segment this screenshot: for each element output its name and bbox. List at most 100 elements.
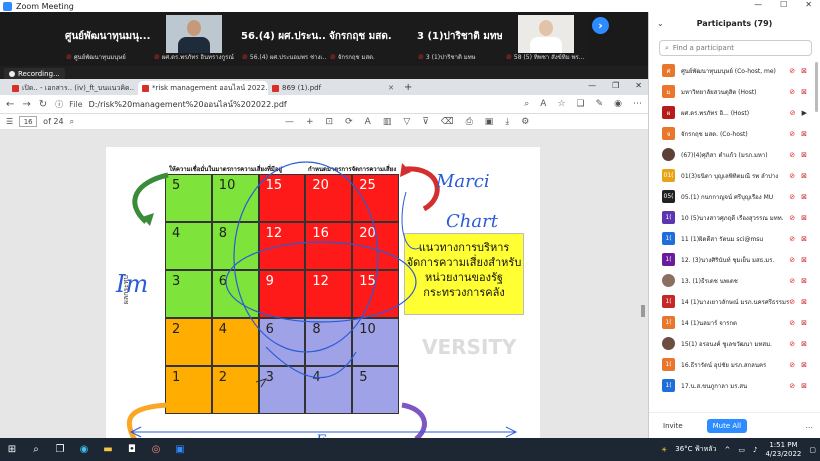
- video-off-icon[interactable]: ⊠: [801, 235, 807, 243]
- video-tile[interactable]: จักรกฤช มสด. ⊘ จักรกฤช มสด.: [326, 13, 412, 64]
- muted-mic-icon[interactable]: ⊘: [790, 109, 796, 117]
- video-off-icon[interactable]: ⊠: [801, 340, 807, 348]
- erase-icon[interactable]: ⌫: [441, 117, 454, 127]
- read-aloud-pdf-icon[interactable]: A: [365, 117, 371, 127]
- network-icon[interactable]: ▭: [738, 446, 745, 454]
- muted-mic-icon[interactable]: ⊘: [789, 193, 795, 201]
- muted-mic-icon[interactable]: ⊘: [789, 235, 795, 243]
- muted-mic-icon[interactable]: ⊘: [789, 67, 795, 75]
- browser-restore-icon[interactable]: ❐: [612, 81, 619, 90]
- video-tile[interactable]: ⊘ 58 (5) ทิพชา สังข์ทิม พร...: [502, 13, 588, 64]
- muted-mic-icon[interactable]: ⊘: [789, 319, 795, 327]
- browser-minimize-icon[interactable]: —: [588, 81, 596, 90]
- page-number-input[interactable]: 16: [19, 116, 38, 127]
- close-tab-icon[interactable]: ✕: [388, 84, 394, 92]
- muted-mic-icon[interactable]: ⊘: [789, 361, 795, 369]
- muted-mic-icon[interactable]: ⊘: [789, 340, 795, 348]
- video-off-icon[interactable]: ⊠: [801, 172, 807, 180]
- participant-row[interactable]: 01(01(3)ธนิดา บุญเลพิทิตมณี รพ ลำปาง ⊘ ⊠: [649, 165, 820, 186]
- pdf-settings-icon[interactable]: ⚙: [521, 117, 529, 127]
- participant-row[interactable]: 13. (1)ธีรเดช นพเดช ⊘ ⊠: [649, 270, 820, 291]
- zoom-in-icon[interactable]: +: [306, 117, 314, 127]
- participant-row[interactable]: 1(14 (1)นางเยาวลักษณ์ มรภ.นครศรีธรรมราช ⊘…: [649, 291, 820, 312]
- contents-icon[interactable]: ☰: [6, 117, 13, 126]
- profile-icon[interactable]: ◉: [614, 99, 622, 109]
- new-tab-button[interactable]: +: [398, 82, 418, 93]
- zoom-out-icon[interactable]: —: [285, 117, 294, 127]
- video-off-icon[interactable]: ⊠: [801, 67, 807, 75]
- video-off-icon[interactable]: ⊠: [801, 214, 807, 222]
- panel-scrollbar[interactable]: [815, 62, 818, 112]
- tab-1[interactable]: *risk management ออนไลน์ 2022... ✕: [138, 81, 268, 95]
- participant-row[interactable]: 1(11 (1)ผิดดีสา รัตนม sci@msu ⊘ ⊠: [649, 228, 820, 249]
- muted-mic-icon[interactable]: ⊘: [789, 382, 795, 390]
- forward-icon[interactable]: →: [22, 99, 30, 110]
- tab-0[interactable]: เปิด.. - เอกสาร.. (iv)_ft_บนแนวคิด.. ✕: [8, 81, 138, 95]
- start-icon[interactable]: ⊞: [0, 438, 24, 461]
- clock[interactable]: 1:51 PM 4/23/2022: [765, 441, 801, 459]
- video-off-icon[interactable]: ⊠: [801, 277, 807, 285]
- close-icon[interactable]: ✕: [805, 0, 812, 9]
- participant-row[interactable]: (67)(4)ศุภิสา ตำแก้ว (มรภ.มหา) ⊘ ⊠: [649, 144, 820, 165]
- zoom-app-icon[interactable]: ▣: [168, 438, 192, 461]
- minimize-icon[interactable]: —: [754, 0, 762, 9]
- print-icon[interactable]: ⎙: [466, 117, 473, 127]
- invite-button[interactable]: Invite: [657, 419, 689, 433]
- muted-mic-icon[interactable]: ⊘: [789, 151, 795, 159]
- draw-icon[interactable]: ▽: [403, 117, 410, 127]
- video-tile[interactable]: 3 (1)ปาริชาติ มทษ ⊘ 3 (1)ปาริชาติ มทษ: [414, 13, 503, 64]
- more-options-button[interactable]: ...: [805, 421, 813, 430]
- participant-row[interactable]: จจักรกฤช มสด. (Co-host) ⊘ ⊠: [649, 123, 820, 144]
- muted-mic-icon[interactable]: ⊘: [789, 298, 795, 306]
- muted-mic-icon[interactable]: ⊘: [789, 214, 795, 222]
- recording-indicator[interactable]: Recording...: [4, 68, 65, 79]
- video-off-icon[interactable]: ⊠: [801, 361, 807, 369]
- video-off-icon[interactable]: ⊠: [801, 298, 807, 306]
- participant-row[interactable]: 1(12. (3)นางศิรินันท์ ชุมเย็น มสธ.มร. ⊘ ⊠: [649, 249, 820, 270]
- pdf-viewer[interactable]: ให้ความเชื่อมั่นในมาตรการความเสี่ยงที่มี…: [0, 130, 648, 438]
- maximize-icon[interactable]: ☐: [780, 0, 787, 9]
- volume-icon[interactable]: ♪: [753, 446, 757, 454]
- participant-row[interactable]: 1(14 (1)นลมาร์ จารกต ⊘ ⊠: [649, 312, 820, 333]
- participant-row[interactable]: 1(17.น.ส.ขนภูกาลา มร.สน ⊘ ⊠: [649, 375, 820, 396]
- page-view-icon[interactable]: ▥: [383, 117, 392, 127]
- participant-row[interactable]: ศศูนย์พัฒนาทุนมนุษย์ (Co-host, me) ⊘ ⊠: [649, 60, 820, 81]
- search-icon[interactable]: ⌕: [70, 117, 74, 127]
- next-videos-button[interactable]: ›: [592, 17, 609, 34]
- collections-icon[interactable]: ❏: [577, 99, 585, 109]
- participant-row[interactable]: 1(16.ธีรารัตน์ อุปชัย มรภ.สกลนคร ⊘ ⊠: [649, 354, 820, 375]
- video-off-icon[interactable]: ⊠: [801, 319, 807, 327]
- video-off-icon[interactable]: ⊠: [801, 193, 807, 201]
- participant-row[interactable]: 05(05.(1) กนกกาญจน์ ศรีบุญเรือง MU ⊘ ⊠: [649, 186, 820, 207]
- search-taskbar-icon[interactable]: ⌕: [24, 438, 48, 461]
- menu-icon[interactable]: ⋯: [633, 99, 642, 109]
- participant-row[interactable]: 1(10 (5)นางสาวศุภฤดี เรืองสุวรรณ มทท. ⊘ ⊠: [649, 207, 820, 228]
- collapse-chevron-icon[interactable]: ⌄: [657, 19, 664, 28]
- muted-mic-icon[interactable]: ⊘: [789, 277, 795, 285]
- muted-mic-icon[interactable]: ⊘: [789, 256, 795, 264]
- participant-row[interactable]: ผผศ.ดร.พรภัทร อิ... (Host) ⊘ ▶: [649, 102, 820, 123]
- video-on-icon[interactable]: ▶: [802, 109, 807, 117]
- video-tile[interactable]: 56.(4) ผศ.ประน... ⊘ 56.(4) ผศ.ประนอมพร ช่า…: [238, 13, 330, 64]
- muted-mic-icon[interactable]: ⊘: [789, 130, 795, 138]
- refresh-icon[interactable]: ↻: [39, 99, 47, 110]
- video-off-icon[interactable]: ⊠: [801, 151, 807, 159]
- fit-page-icon[interactable]: ⊡: [326, 117, 334, 127]
- back-icon[interactable]: ←: [6, 99, 14, 110]
- browser-close-icon[interactable]: ✕: [635, 81, 642, 90]
- mute-all-button[interactable]: Mute All: [706, 418, 748, 433]
- tab-2[interactable]: 869 (1).pdf ✕: [268, 81, 398, 95]
- store-icon[interactable]: ◘: [120, 438, 144, 461]
- save-as-icon[interactable]: ⤓: [505, 117, 509, 127]
- muted-mic-icon[interactable]: ⊘: [789, 172, 795, 180]
- edge-icon[interactable]: ◉: [72, 438, 96, 461]
- favorite-icon[interactable]: ☆: [557, 99, 565, 109]
- video-off-icon[interactable]: ⊠: [801, 130, 807, 138]
- tray-chevron-icon[interactable]: ^: [725, 446, 731, 454]
- video-off-icon[interactable]: ⊠: [801, 382, 807, 390]
- read-aloud-icon[interactable]: A: [540, 99, 546, 109]
- highlight-icon[interactable]: ⊽: [422, 117, 429, 127]
- notification-icon[interactable]: ▢: [809, 446, 816, 454]
- weather-text[interactable]: 36°C ฟ้าหลัว: [675, 444, 716, 455]
- file-explorer-icon[interactable]: ▬: [96, 438, 120, 461]
